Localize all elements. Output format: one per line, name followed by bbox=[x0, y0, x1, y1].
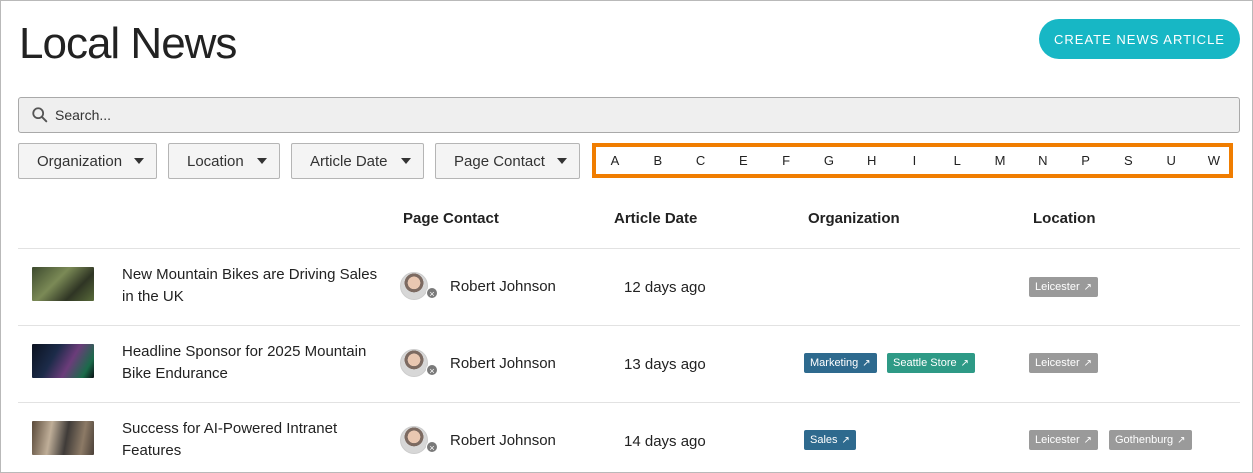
search-input[interactable] bbox=[55, 107, 1205, 123]
table-row[interactable]: New Mountain Bikes are Driving Sales in … bbox=[1, 249, 1252, 325]
alpha-letter-h[interactable]: H bbox=[865, 153, 879, 168]
external-link-icon: ↗ bbox=[1083, 281, 1093, 293]
tag-label: Leicester bbox=[1035, 281, 1080, 293]
alphabet-filter: A B C E F G H I L M N P S U W bbox=[592, 143, 1233, 178]
page-contact-name: Robert Johnson bbox=[450, 432, 556, 449]
column-header-page-contact[interactable]: Page Contact bbox=[403, 210, 499, 227]
organization-tag[interactable]: Marketing ↗ bbox=[804, 353, 877, 373]
filter-article-date[interactable]: Article Date bbox=[291, 143, 424, 179]
tag-label: Seattle Store bbox=[893, 357, 957, 369]
tag-label: Marketing bbox=[810, 357, 859, 369]
alpha-letter-n[interactable]: N bbox=[1036, 153, 1050, 168]
article-title[interactable]: Headline Sponsor for 2025 Mountain Bike … bbox=[122, 341, 382, 385]
tag-label: Gothenburg bbox=[1115, 434, 1174, 446]
chevron-down-icon bbox=[134, 158, 145, 164]
chevron-down-icon bbox=[257, 158, 267, 164]
alpha-letter-p[interactable]: P bbox=[1079, 153, 1093, 168]
column-header-organization[interactable]: Organization bbox=[808, 210, 900, 227]
filter-page-contact[interactable]: Page Contact bbox=[435, 143, 580, 179]
filter-label: Location bbox=[187, 152, 244, 170]
alpha-letter-e[interactable]: E bbox=[736, 153, 750, 168]
alpha-letter-i[interactable]: I bbox=[907, 153, 921, 168]
location-tag[interactable]: Gothenburg ↗ bbox=[1109, 430, 1192, 450]
alpha-letter-a[interactable]: A bbox=[608, 153, 622, 168]
avatar bbox=[400, 272, 428, 300]
article-thumbnail[interactable] bbox=[32, 344, 94, 378]
tag-label: Leicester bbox=[1035, 434, 1080, 446]
filter-organization[interactable]: Organization bbox=[18, 143, 157, 179]
column-header-location[interactable]: Location bbox=[1033, 210, 1096, 227]
alpha-letter-g[interactable]: G bbox=[822, 153, 836, 168]
alpha-letter-m[interactable]: M bbox=[993, 153, 1007, 168]
article-title[interactable]: Success for AI-Powered Intranet Features bbox=[122, 418, 382, 462]
article-date: 13 days ago bbox=[624, 356, 706, 373]
filter-label: Article Date bbox=[310, 152, 388, 170]
article-date: 14 days ago bbox=[624, 433, 706, 450]
page-title: Local News bbox=[19, 19, 237, 68]
close-icon: × bbox=[426, 441, 438, 453]
search-icon bbox=[32, 107, 48, 123]
filter-location[interactable]: Location bbox=[168, 143, 280, 179]
chevron-down-icon bbox=[401, 158, 411, 164]
page-contact-name: Robert Johnson bbox=[450, 355, 556, 372]
table-row[interactable]: Success for AI-Powered Intranet Features… bbox=[1, 403, 1252, 472]
location-tag[interactable]: Leicester ↗ bbox=[1029, 277, 1099, 297]
location-tag[interactable]: Leicester ↗ bbox=[1029, 430, 1099, 450]
article-title[interactable]: New Mountain Bikes are Driving Sales in … bbox=[122, 264, 382, 308]
create-news-article-button[interactable]: CREATE NEWS ARTICLE bbox=[1039, 19, 1240, 59]
external-link-icon: ↗ bbox=[841, 434, 850, 446]
close-icon: × bbox=[426, 287, 438, 299]
alpha-letter-b[interactable]: B bbox=[651, 153, 665, 168]
news-page: Local News CREATE NEWS ARTICLE Organizat… bbox=[0, 0, 1253, 473]
external-link-icon: ↗ bbox=[1083, 434, 1093, 446]
close-icon: × bbox=[426, 364, 438, 376]
organization-tag[interactable]: Sales ↗ bbox=[804, 430, 856, 450]
alpha-letter-u[interactable]: U bbox=[1164, 153, 1178, 168]
external-link-icon: ↗ bbox=[862, 357, 871, 369]
page-contact-name: Robert Johnson bbox=[450, 278, 556, 295]
tag-label: Leicester bbox=[1035, 357, 1080, 369]
alpha-letter-l[interactable]: L bbox=[950, 153, 964, 168]
alpha-letter-s[interactable]: S bbox=[1121, 153, 1135, 168]
tag-label: Sales bbox=[810, 434, 838, 446]
alpha-letter-c[interactable]: C bbox=[694, 153, 708, 168]
organization-tag[interactable]: Seattle Store ↗ bbox=[887, 353, 975, 373]
external-link-icon: ↗ bbox=[1083, 357, 1093, 369]
external-link-icon: ↗ bbox=[1177, 434, 1186, 446]
avatar bbox=[400, 426, 428, 454]
filter-label: Page Contact bbox=[454, 152, 545, 170]
alpha-letter-f[interactable]: F bbox=[779, 153, 793, 168]
avatar bbox=[400, 349, 428, 377]
external-link-icon: ↗ bbox=[960, 357, 969, 369]
chevron-down-icon bbox=[557, 158, 567, 164]
article-thumbnail[interactable] bbox=[32, 267, 94, 301]
search-bar[interactable] bbox=[18, 97, 1240, 133]
column-header-article-date[interactable]: Article Date bbox=[614, 210, 697, 227]
article-date: 12 days ago bbox=[624, 279, 706, 296]
filter-label: Organization bbox=[37, 152, 123, 170]
alpha-letter-w[interactable]: W bbox=[1207, 153, 1221, 168]
location-tag[interactable]: Leicester ↗ bbox=[1029, 353, 1099, 373]
table-row[interactable]: Headline Sponsor for 2025 Mountain Bike … bbox=[1, 326, 1252, 402]
article-thumbnail[interactable] bbox=[32, 421, 94, 455]
